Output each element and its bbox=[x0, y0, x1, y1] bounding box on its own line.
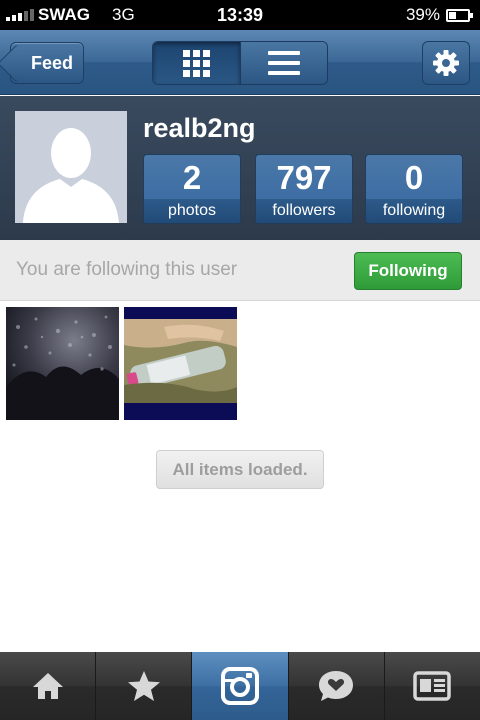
follow-status-text: You are following this user bbox=[16, 259, 238, 280]
status-bar: SWAG 3G 13:39 39% bbox=[0, 0, 480, 30]
photos-count: 2 bbox=[182, 159, 202, 196]
followers-count: 797 bbox=[276, 159, 332, 196]
tab-profile[interactable] bbox=[384, 652, 480, 720]
list-view-button[interactable] bbox=[239, 42, 327, 84]
followers-count-button[interactable]: 797 followers bbox=[255, 154, 353, 224]
gear-icon bbox=[433, 50, 459, 76]
following-count: 0 bbox=[404, 159, 424, 196]
tab-popular[interactable] bbox=[96, 652, 193, 720]
settings-button[interactable] bbox=[422, 41, 470, 85]
photos-label: photos bbox=[144, 199, 240, 223]
back-button-label: Feed bbox=[30, 52, 73, 73]
follow-status-bar: You are following this user Following bbox=[0, 240, 480, 301]
profile-card-icon bbox=[413, 671, 452, 701]
photo-thumbnail[interactable] bbox=[124, 307, 237, 420]
back-to-feed-button[interactable]: Feed bbox=[10, 42, 84, 84]
all-items-loaded-indicator: All items loaded. bbox=[156, 450, 324, 489]
following-count-button[interactable]: 0 following bbox=[365, 154, 463, 224]
navigation-bar: Feed bbox=[0, 30, 480, 95]
tab-home[interactable] bbox=[0, 652, 97, 720]
profile-username: realb2ng bbox=[143, 113, 256, 143]
heart-bubble-icon bbox=[319, 671, 354, 701]
view-mode-toggle bbox=[152, 41, 328, 85]
photos-count-button[interactable]: 2 photos bbox=[143, 154, 241, 224]
rainy-window-image bbox=[6, 307, 119, 420]
bottle-photo-image bbox=[124, 307, 237, 420]
followers-label: followers bbox=[256, 199, 352, 223]
list-icon bbox=[267, 51, 300, 75]
photo-thumbnail[interactable] bbox=[6, 307, 119, 420]
grid-icon bbox=[182, 49, 210, 77]
star-icon bbox=[127, 671, 160, 701]
following-label: following bbox=[366, 199, 462, 223]
following-button[interactable]: Following bbox=[354, 252, 462, 290]
battery-icon bbox=[446, 9, 473, 22]
default-avatar-icon bbox=[15, 111, 127, 223]
avatar[interactable] bbox=[15, 111, 127, 223]
home-icon bbox=[32, 673, 63, 699]
tab-news[interactable] bbox=[288, 652, 385, 720]
camera-icon bbox=[221, 667, 259, 705]
grid-view-button[interactable] bbox=[153, 42, 240, 84]
tab-camera[interactable] bbox=[192, 652, 289, 720]
battery-percent: 39% bbox=[405, 5, 440, 24]
profile-header: realb2ng 2 photos 797 followers 0 follow… bbox=[0, 96, 480, 240]
tab-bar bbox=[0, 652, 480, 720]
